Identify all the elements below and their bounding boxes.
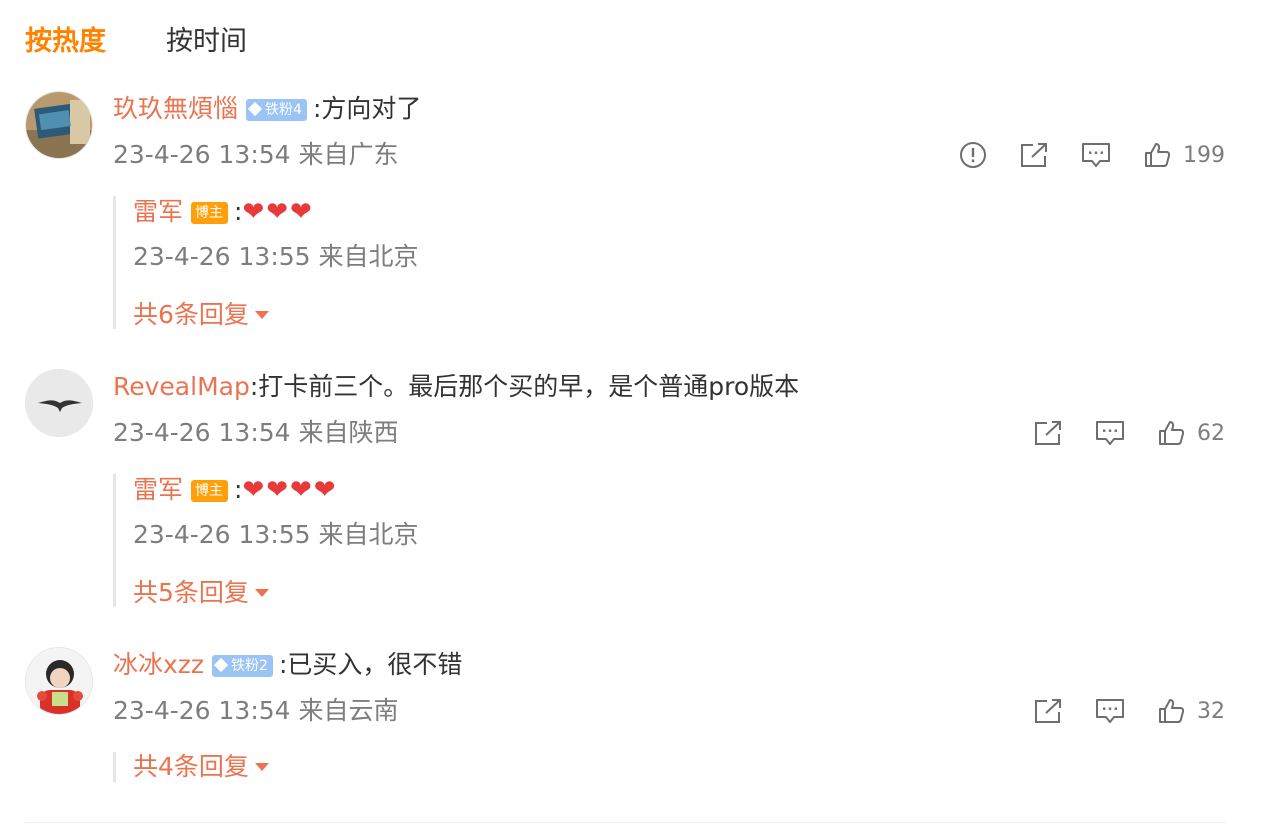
share-button[interactable] <box>1019 141 1049 169</box>
comment-meta: 23-4-26 13:54 来自陕西 <box>113 418 399 447</box>
comment-actions: 32 <box>1001 693 1225 729</box>
reply-section: 雷军 博主:❤❤❤❤ 23-4-26 13:55 来自北京 共5条回复 <box>113 474 1016 607</box>
more-replies-link[interactable]: 共4条回复 <box>133 749 269 785</box>
share-button[interactable] <box>1033 697 1063 725</box>
diamond-icon <box>213 657 229 673</box>
like-button[interactable]: 62 <box>1157 419 1225 447</box>
caret-down-icon <box>254 589 269 597</box>
like-button[interactable]: 199 <box>1143 141 1225 169</box>
more-replies-link[interactable]: 共5条回复 <box>133 575 269 611</box>
comment-text: :方向对了 <box>312 94 422 123</box>
comment-text: :已买入，很不错 <box>278 650 463 679</box>
username[interactable]: 玖玖無煩惱 <box>113 94 238 123</box>
avatar[interactable] <box>25 369 93 437</box>
comment-icon <box>1082 143 1110 167</box>
diamond-icon <box>247 101 263 117</box>
comment-text: :打卡前三个。最后那个买的早，是个普通pro版本 <box>249 372 800 401</box>
comment-button[interactable] <box>1095 697 1125 725</box>
reply-username[interactable]: 雷军 <box>133 197 183 226</box>
reply-meta: 23-4-26 13:55 来自北京 <box>133 520 419 549</box>
comment-meta: 23-4-26 13:54 来自广东 <box>113 140 399 169</box>
share-icon <box>1035 421 1061 445</box>
more-replies-link[interactable]: 共6条回复 <box>133 297 269 333</box>
reply-line: 雷军 博主:❤❤❤❤ <box>133 472 338 508</box>
share-icon <box>1021 143 1047 167</box>
report-button[interactable] <box>959 141 987 169</box>
host-badge: 博主 <box>191 202 229 224</box>
username[interactable]: RevealMap <box>113 372 250 401</box>
reply-username[interactable]: 雷军 <box>133 475 183 504</box>
username[interactable]: 冰冰xzz <box>113 650 204 679</box>
reply-section: 雷军 博主:❤❤❤ 23-4-26 13:55 来自北京 共6条回复 <box>113 196 1016 329</box>
comment-icon <box>1096 421 1124 445</box>
host-badge: 博主 <box>191 480 229 502</box>
thumbs-up-icon <box>1159 421 1185 445</box>
comment-button[interactable] <box>1095 419 1125 447</box>
like-count: 32 <box>1197 698 1225 724</box>
comment-line: RevealMap:打卡前三个。最后那个买的早，是个普通pro版本 <box>113 369 799 405</box>
tab-by-hot[interactable]: 按热度 <box>25 22 106 62</box>
comment-actions: 199 <box>927 137 1225 173</box>
comment-icon <box>1096 699 1124 723</box>
comment-meta: 23-4-26 13:54 来自云南 <box>113 696 399 725</box>
comment-actions: 62 <box>1001 415 1225 451</box>
reply-meta: 23-4-26 13:55 来自北京 <box>133 242 419 271</box>
heart-emoji: ❤❤❤❤ <box>242 475 338 505</box>
like-count: 62 <box>1197 420 1225 446</box>
tab-by-time[interactable]: 按时间 <box>166 22 247 62</box>
sort-tabs: 按热度 按时间 <box>25 22 247 62</box>
avatar[interactable] <box>25 647 93 715</box>
fan-badge[interactable]: 铁粉2 <box>212 655 273 677</box>
share-icon <box>1035 699 1061 723</box>
divider <box>25 822 1225 823</box>
like-count: 199 <box>1183 142 1225 168</box>
fan-badge[interactable]: 铁粉4 <box>246 99 307 121</box>
report-icon <box>960 142 986 168</box>
reply-section: 共4条回复 <box>113 752 1016 782</box>
thumbs-up-icon <box>1159 699 1185 723</box>
reply-line: 雷军 博主:❤❤❤ <box>133 194 314 230</box>
share-button[interactable] <box>1033 419 1063 447</box>
heart-emoji: ❤❤❤ <box>242 197 314 227</box>
caret-down-icon <box>254 763 269 771</box>
avatar[interactable] <box>25 91 93 159</box>
comment-line: 冰冰xzz 铁粉2:已买入，很不错 <box>113 647 462 683</box>
thumbs-up-icon <box>1145 143 1171 167</box>
caret-down-icon <box>254 311 269 319</box>
comment-button[interactable] <box>1081 141 1111 169</box>
comment-line: 玖玖無煩惱 铁粉4:方向对了 <box>113 91 421 127</box>
like-button[interactable]: 32 <box>1157 697 1225 725</box>
